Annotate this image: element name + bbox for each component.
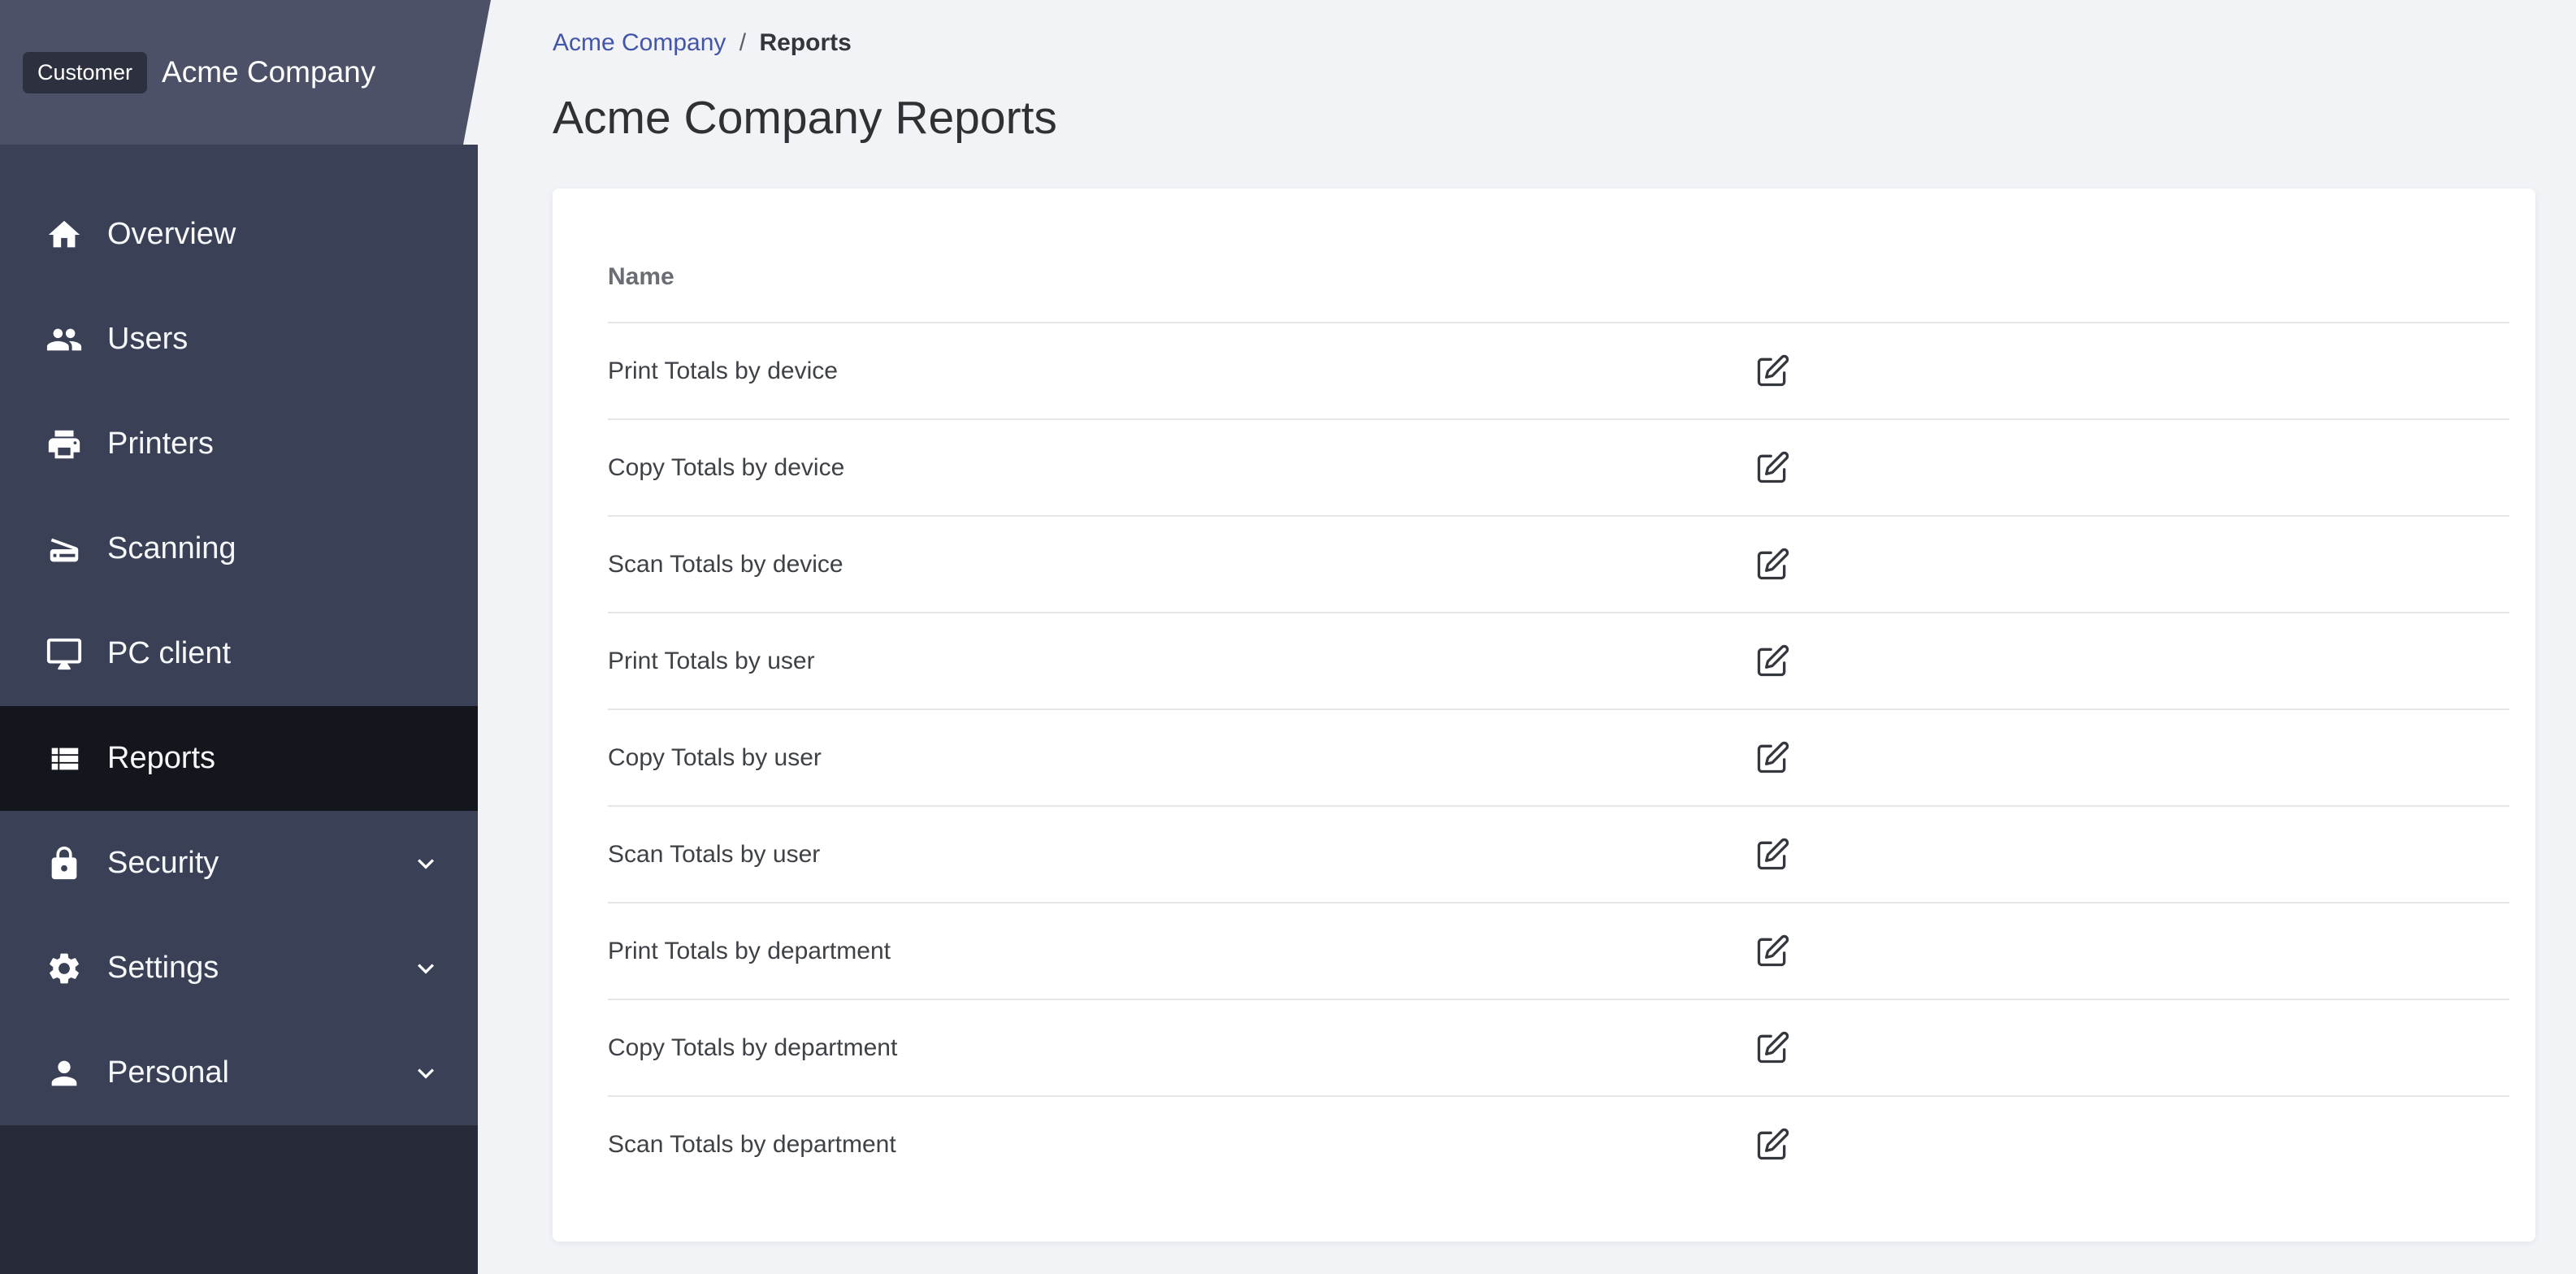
breadcrumb-separator: /	[739, 29, 747, 56]
chevron-down-icon	[410, 847, 442, 880]
sidebar-item-label: Personal	[107, 1055, 229, 1090]
sidebar-item-label: Scanning	[107, 531, 236, 566]
table-row: Print Totals by user	[608, 612, 2509, 708]
edit-report-button[interactable]	[1746, 731, 1799, 785]
report-name: Copy Totals by department	[608, 1034, 898, 1061]
home-icon	[46, 216, 83, 254]
report-name: Scan Totals by device	[608, 550, 843, 578]
sidebar-nav: Overview Users Printers Scanning PC clie…	[0, 145, 478, 1125]
table-row: Scan Totals by department	[608, 1095, 2509, 1192]
table-icon	[46, 740, 83, 778]
users-icon	[46, 321, 83, 358]
edit-icon	[1754, 547, 1790, 583]
reports-card: Name Print Totals by device Copy Totals …	[553, 188, 2535, 1242]
sidebar-header: Customer Acme Company	[0, 0, 491, 145]
edit-report-button[interactable]	[1746, 344, 1799, 398]
sidebar: Overview Users Printers Scanning PC clie…	[0, 0, 478, 1274]
page-title: Acme Company Reports	[553, 92, 1057, 144]
sidebar-item-pc-client[interactable]: PC client	[0, 601, 478, 706]
edit-report-button[interactable]	[1746, 1021, 1799, 1075]
scanner-icon	[46, 531, 83, 568]
edit-icon	[1754, 1030, 1790, 1066]
app-root: Overview Users Printers Scanning PC clie…	[0, 0, 2576, 1274]
sidebar-item-label: Printers	[107, 427, 214, 461]
lock-icon	[46, 845, 83, 882]
breadcrumb-parent-link[interactable]: Acme Company	[553, 29, 726, 56]
sidebar-item-security[interactable]: Security	[0, 811, 478, 916]
sidebar-item-overview[interactable]: Overview	[0, 182, 478, 287]
report-name: Print Totals by user	[608, 647, 815, 674]
report-name: Print Totals by device	[608, 357, 838, 384]
person-icon	[46, 1055, 83, 1092]
table-row: Scan Totals by device	[608, 515, 2509, 612]
printer-icon	[46, 426, 83, 463]
report-name: Scan Totals by user	[608, 840, 821, 868]
sidebar-item-users[interactable]: Users	[0, 287, 478, 392]
table-row: Scan Totals by user	[608, 805, 2509, 902]
report-name: Copy Totals by user	[608, 743, 822, 771]
chevron-down-icon	[410, 1057, 442, 1090]
edit-report-button[interactable]	[1746, 925, 1799, 978]
sidebar-item-label: Settings	[107, 951, 219, 985]
edit-report-button[interactable]	[1746, 538, 1799, 592]
chevron-down-icon	[410, 952, 442, 985]
column-header-name: Name	[608, 263, 674, 290]
edit-icon	[1754, 1127, 1790, 1163]
table-row: Print Totals by device	[608, 322, 2509, 418]
edit-icon	[1754, 740, 1790, 776]
edit-report-button[interactable]	[1746, 441, 1799, 495]
table-row: Print Totals by department	[608, 902, 2509, 999]
sidebar-item-label: PC client	[107, 636, 232, 670]
edit-report-button[interactable]	[1746, 635, 1799, 688]
edit-icon	[1754, 934, 1790, 969]
customer-badge: Customer	[23, 52, 147, 93]
report-name: Copy Totals by device	[608, 453, 845, 481]
sidebar-item-label: Security	[107, 846, 219, 880]
monitor-icon	[46, 635, 83, 673]
table-row: Copy Totals by user	[608, 708, 2509, 805]
sidebar-item-reports[interactable]: Reports	[0, 706, 478, 811]
breadcrumb: Acme Company / Reports	[553, 28, 2535, 58]
table-header-row: Name	[608, 232, 2509, 322]
report-name: Print Totals by department	[608, 937, 891, 964]
sidebar-item-printers[interactable]: Printers	[0, 392, 478, 496]
edit-icon	[1754, 644, 1790, 679]
edit-icon	[1754, 450, 1790, 486]
sidebar-item-settings[interactable]: Settings	[0, 916, 478, 1020]
edit-report-button[interactable]	[1746, 1118, 1799, 1172]
table-row: Copy Totals by device	[608, 418, 2509, 515]
sidebar-item-scanning[interactable]: Scanning	[0, 496, 478, 601]
sidebar-item-personal[interactable]: Personal	[0, 1020, 478, 1125]
main-content: Acme Company / Reports Acme Company Repo…	[478, 0, 2576, 1274]
sidebar-item-label: Overview	[107, 217, 236, 251]
gear-icon	[46, 950, 83, 987]
edit-report-button[interactable]	[1746, 828, 1799, 882]
reports-table-body: Print Totals by device Copy Totals by de…	[553, 322, 2535, 1192]
edit-icon	[1754, 353, 1790, 389]
sidebar-item-label: Users	[107, 322, 189, 356]
report-name: Scan Totals by department	[608, 1130, 896, 1158]
sidebar-item-label: Reports	[107, 741, 216, 775]
edit-icon	[1754, 837, 1790, 873]
breadcrumb-current: Reports	[759, 29, 852, 56]
table-row: Copy Totals by department	[608, 999, 2509, 1095]
company-name: Acme Company	[162, 55, 376, 89]
